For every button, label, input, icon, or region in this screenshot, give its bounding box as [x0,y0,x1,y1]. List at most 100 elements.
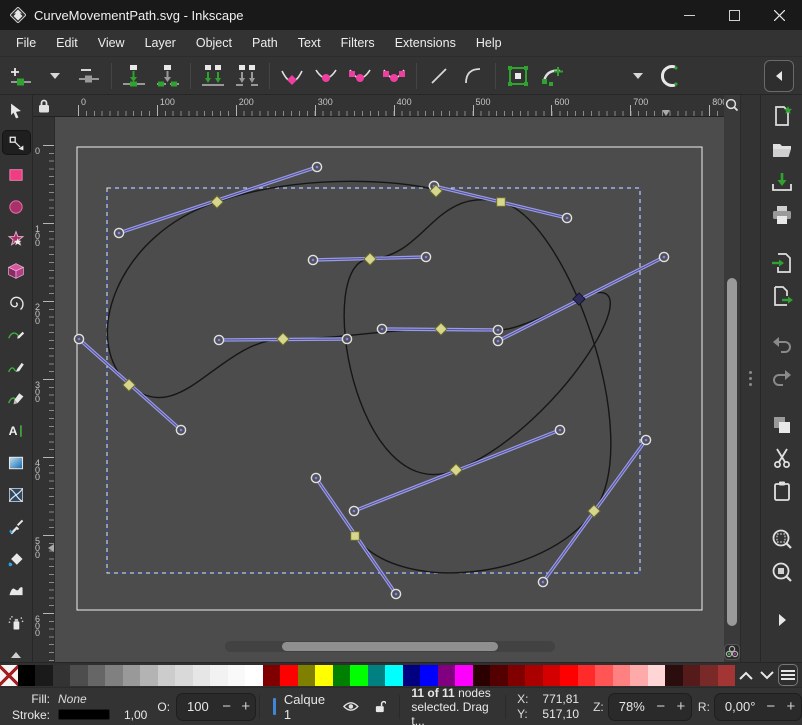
menu-item-text[interactable]: Text [288,32,331,54]
palette-swatch-38[interactable] [665,665,683,686]
close-button[interactable] [757,0,802,30]
fill-stroke-indicator[interactable]: Fill: None Stroke: 1,00 [0,691,147,722]
tool-box-3d[interactable] [3,259,30,282]
tool-ellipse[interactable] [3,195,30,218]
join-nodes-segment-button[interactable] [151,60,185,92]
tool-gradient[interactable] [3,451,30,474]
tool-pencil[interactable] [3,355,30,378]
layer-indicator[interactable]: Calque 1 [263,692,396,722]
menu-item-extensions[interactable]: Extensions [385,32,466,54]
show-transform-handles-button[interactable] [655,60,689,92]
tool-spray[interactable] [3,611,30,634]
insert-node-options-dropdown[interactable] [38,60,72,92]
opacity-decrease-button[interactable]: − [217,694,236,720]
rotation-increase-button[interactable]: + [781,694,801,720]
palette-swatch-5[interactable] [88,665,106,686]
tool-dropper[interactable] [3,515,30,538]
palette-swatch-3[interactable] [53,665,71,686]
delete-segment-button[interactable] [230,60,264,92]
zoom-selection-button[interactable] [768,526,796,552]
palette-swatch-14[interactable] [245,665,263,686]
palette-swatch-30[interactable] [525,665,543,686]
cut-button[interactable] [768,445,796,471]
menu-item-object[interactable]: Object [186,32,242,54]
maximize-button[interactable] [712,0,757,30]
opacity-spinner[interactable]: 100 − + [176,693,256,721]
stroke-to-path-button[interactable] [535,60,569,92]
palette-swatch-22[interactable] [385,665,403,686]
color-managed-display-corner[interactable] [724,642,740,662]
tool-selector[interactable] [3,99,30,122]
palette-swatch-19[interactable] [333,665,351,686]
tool-rectangle[interactable] [3,163,30,186]
tool-mesh-gradient[interactable] [3,483,30,506]
vertical-scrollbar[interactable] [726,115,738,642]
palette-swatch-33[interactable] [578,665,596,686]
tool-tweak[interactable] [3,579,30,602]
tool-paint-bucket[interactable] [3,547,30,570]
palette-swatch-18[interactable] [315,665,333,686]
menu-item-filters[interactable]: Filters [331,32,385,54]
palette-swatch-37[interactable] [648,665,666,686]
auto-smooth-node-button[interactable] [377,60,411,92]
palette-swatch-10[interactable] [175,665,193,686]
palette-swatch-27[interactable] [473,665,491,686]
print-button[interactable] [768,202,796,228]
palette-swatch-23[interactable] [403,665,421,686]
opacity-increase-button[interactable]: + [236,694,255,720]
insert-node-button[interactable] [4,60,38,92]
menu-item-view[interactable]: View [88,32,135,54]
palette-swatch-13[interactable] [228,665,246,686]
tool-star[interactable] [3,227,30,250]
palette-swatch-29[interactable] [508,665,526,686]
palette-swatch-4[interactable] [70,665,88,686]
palette-swatch-40[interactable] [700,665,718,686]
collapse-dialogs-button[interactable] [764,60,794,92]
horizontal-scrollbar[interactable] [225,641,555,652]
guide-lock-corner[interactable] [33,95,55,117]
expand-panel-button[interactable] [768,607,796,633]
horizontal-ruler[interactable]: 0100200300400500600700800 [55,95,724,117]
export-button[interactable] [768,283,796,309]
palette-swatch-25[interactable] [438,665,456,686]
layer-name[interactable]: Calque 1 [284,692,329,722]
palette-swatch-12[interactable] [210,665,228,686]
symmetric-node-button[interactable] [343,60,377,92]
palette-swatch-2[interactable] [35,665,53,686]
palette-menu-button[interactable] [778,664,798,686]
corner-node-button[interactable] [275,60,309,92]
palette-swatch-none[interactable] [0,665,18,686]
zoom-drawing-button[interactable] [768,559,796,585]
palette-swatch-16[interactable] [280,665,298,686]
palette-swatch-8[interactable] [140,665,158,686]
path-node-6[interactable] [277,333,289,345]
zoom-decrease-button[interactable]: − [651,694,671,720]
zoom-spinner[interactable]: 78% − + [608,693,692,721]
curve-segment-button[interactable] [456,60,490,92]
x-coord-options-dropdown[interactable] [621,60,655,92]
line-segment-button[interactable] [422,60,456,92]
rotation-value[interactable]: 0,00° [715,699,761,714]
open-document-button[interactable] [768,136,796,162]
palette-swatch-34[interactable] [595,665,613,686]
palette-swatch-11[interactable] [193,665,211,686]
menu-item-help[interactable]: Help [466,32,512,54]
redo-button[interactable] [768,364,796,390]
palette-swatch-31[interactable] [543,665,561,686]
dock-splitter[interactable] [740,95,760,662]
smooth-node-button[interactable] [309,60,343,92]
object-to-path-button[interactable] [501,60,535,92]
rotation-spinner[interactable]: 0,00° − + [714,693,802,721]
menu-item-path[interactable]: Path [242,32,288,54]
delete-node-button[interactable] [72,60,106,92]
path-node-4[interactable] [435,323,447,335]
palette-swatch-35[interactable] [613,665,631,686]
palette-swatch-36[interactable] [630,665,648,686]
opacity-value[interactable]: 100 [177,699,217,714]
rotation-decrease-button[interactable]: − [761,694,781,720]
palette-swatch-20[interactable] [350,665,368,686]
tool-calligraphy[interactable] [3,387,30,410]
tool-spiral[interactable] [3,291,30,314]
palette-swatch-21[interactable] [368,665,386,686]
join-nodes-button[interactable] [117,60,151,92]
